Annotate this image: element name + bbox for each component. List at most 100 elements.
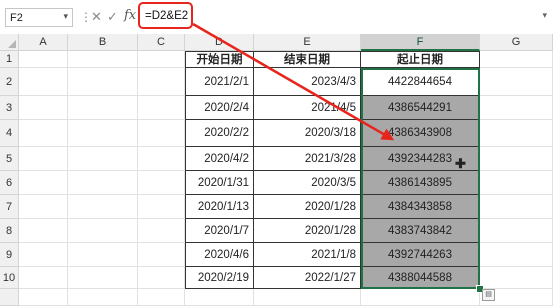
cell-f11[interactable] [361, 289, 480, 306]
row-header-4[interactable]: 4 [0, 120, 19, 147]
cell-e8[interactable]: 2020/1/28 [254, 219, 361, 243]
cell-a7[interactable] [19, 195, 68, 219]
cell-e10[interactable]: 2022/1/27 [254, 267, 361, 289]
row-header-1[interactable]: 1 [0, 51, 19, 68]
row-header-3[interactable]: 3 [0, 96, 19, 120]
cell-c11[interactable] [138, 289, 185, 306]
cell-c1[interactable] [138, 51, 185, 68]
drag-handle-icon[interactable]: ⋮ [80, 10, 92, 24]
cell-e2[interactable]: 2023/4/3 [254, 68, 361, 96]
cell-c9[interactable] [138, 243, 185, 267]
cell-a8[interactable] [19, 219, 68, 243]
column-header-b[interactable]: B [68, 34, 138, 51]
cell-a3[interactable] [19, 96, 68, 120]
row-header-5[interactable]: 5 [0, 147, 19, 171]
cell-d4[interactable]: 2020/2/2 [185, 120, 254, 147]
column-header-e[interactable]: E [254, 34, 361, 51]
cell-b11[interactable] [68, 289, 138, 306]
row-header-7[interactable]: 7 [0, 195, 19, 219]
cell-f10[interactable]: 4388044588 [361, 267, 480, 289]
cell-f2[interactable]: 4422844654 [361, 68, 480, 96]
cell-c6[interactable] [138, 171, 185, 195]
cell-d6[interactable]: 2020/1/31 [185, 171, 254, 195]
cell-f8[interactable]: 4383743842 [361, 219, 480, 243]
cell-d8[interactable]: 2020/1/7 [185, 219, 254, 243]
cell-b9[interactable] [68, 243, 138, 267]
cell-g3[interactable] [480, 96, 553, 120]
cell-g9[interactable] [480, 243, 553, 267]
cell-e1[interactable]: 结束日期 [254, 51, 361, 68]
select-all-corner[interactable] [0, 34, 19, 51]
row-header-2[interactable]: 2 [0, 68, 19, 96]
cell-a1[interactable] [19, 51, 68, 68]
cell-c10[interactable] [138, 267, 185, 289]
name-box[interactable]: F2 ▾ [5, 8, 73, 27]
cell-f3[interactable]: 4386544291 [361, 96, 480, 120]
cell-d7[interactable]: 2020/1/13 [185, 195, 254, 219]
insert-function-icon[interactable]: fx [124, 8, 136, 23]
cell-b2[interactable] [68, 68, 138, 96]
column-header-d[interactable]: D [185, 34, 254, 51]
cell-e11[interactable] [254, 289, 361, 306]
row-header-6[interactable]: 6 [0, 171, 19, 195]
cell-g8[interactable] [480, 219, 553, 243]
cell-d11[interactable] [185, 289, 254, 306]
cell-a2[interactable] [19, 68, 68, 96]
cell-b6[interactable] [68, 171, 138, 195]
cell-e9[interactable]: 2021/1/8 [254, 243, 361, 267]
cell-g2[interactable] [480, 68, 553, 96]
enter-icon[interactable]: ✓ [107, 9, 118, 25]
row-header-8[interactable]: 8 [0, 219, 19, 243]
cell-d1[interactable]: 开始日期 [185, 51, 254, 68]
cell-b8[interactable] [68, 219, 138, 243]
column-header-f[interactable]: F [361, 34, 480, 51]
cell-d9[interactable]: 2020/4/6 [185, 243, 254, 267]
column-header-a[interactable]: A [19, 34, 68, 51]
cell-b7[interactable] [68, 195, 138, 219]
cell-b10[interactable] [68, 267, 138, 289]
cell-g4[interactable] [480, 120, 553, 147]
cell-f7[interactable]: 4384343858 [361, 195, 480, 219]
cell-b5[interactable] [68, 147, 138, 171]
cell-f9[interactable]: 4392744263 [361, 243, 480, 267]
cell-a5[interactable] [19, 147, 68, 171]
cell-e7[interactable]: 2020/1/28 [254, 195, 361, 219]
cell-e3[interactable]: 2021/4/5 [254, 96, 361, 120]
cell-f4[interactable]: 4386343908 [361, 120, 480, 147]
cell-d10[interactable]: 2020/2/19 [185, 267, 254, 289]
row-header-11[interactable] [0, 289, 19, 306]
quick-analysis-icon[interactable]: ▤ [482, 289, 495, 301]
column-header-c[interactable]: C [138, 34, 185, 51]
cell-d5[interactable]: 2020/4/2 [185, 147, 254, 171]
cell-c3[interactable] [138, 96, 185, 120]
cell-b3[interactable] [68, 96, 138, 120]
expand-formula-bar-icon[interactable]: ▾ [542, 10, 547, 21]
cell-f6[interactable]: 4386143895 [361, 171, 480, 195]
cell-g6[interactable] [480, 171, 553, 195]
cell-c4[interactable] [138, 120, 185, 147]
cell-a9[interactable] [19, 243, 68, 267]
row-header-10[interactable]: 10 [0, 267, 19, 289]
cell-g5[interactable] [480, 147, 553, 171]
cell-c8[interactable] [138, 219, 185, 243]
cell-g1[interactable] [480, 51, 553, 68]
cancel-icon[interactable]: ✕ [91, 9, 102, 25]
cell-e6[interactable]: 2020/3/5 [254, 171, 361, 195]
cell-f1[interactable]: 起止日期 [361, 51, 480, 68]
cell-g10[interactable] [480, 267, 553, 289]
column-header-g[interactable]: G [480, 34, 553, 51]
cell-c7[interactable] [138, 195, 185, 219]
cell-b4[interactable] [68, 120, 138, 147]
cell-d3[interactable]: 2020/2/4 [185, 96, 254, 120]
cell-a10[interactable] [19, 267, 68, 289]
cell-e5[interactable]: 2021/3/28 [254, 147, 361, 171]
cell-a6[interactable] [19, 171, 68, 195]
cell-a4[interactable] [19, 120, 68, 147]
cell-d2[interactable]: 2021/2/1 [185, 68, 254, 96]
cell-a11[interactable] [19, 289, 68, 306]
row-header-9[interactable]: 9 [0, 243, 19, 267]
cell-g7[interactable] [480, 195, 553, 219]
cell-c5[interactable] [138, 147, 185, 171]
cell-c2[interactable] [138, 68, 185, 96]
chevron-down-icon[interactable]: ▾ [63, 11, 68, 22]
